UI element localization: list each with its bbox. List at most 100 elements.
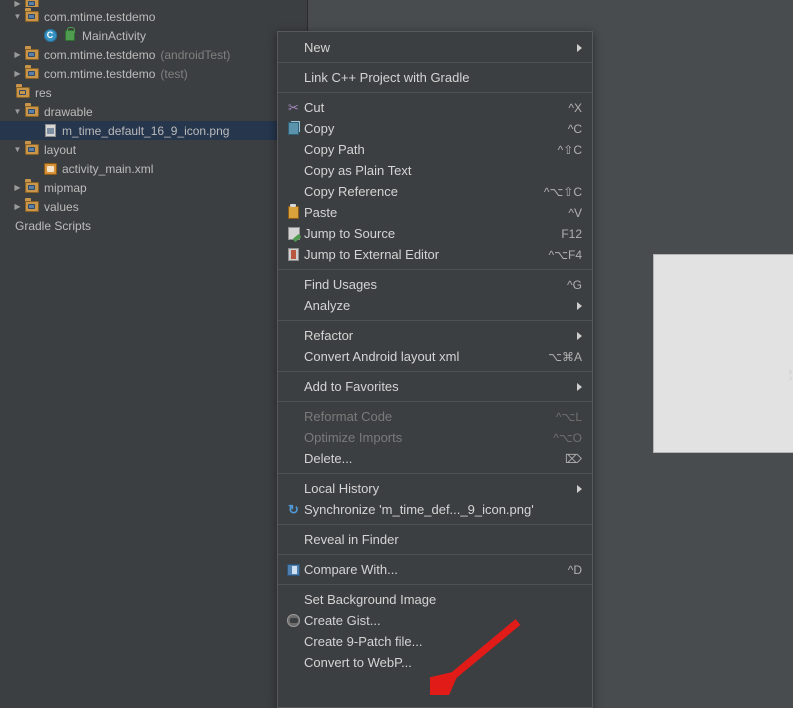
menu-item-jump-to-external-editor[interactable]: Jump to External Editor ^⌥F4 (278, 244, 592, 265)
menu-item-local-history[interactable]: Local History (278, 478, 592, 499)
tree-row[interactable]: ▶ (0, 0, 307, 7)
menu-item-label: Local History (304, 481, 380, 496)
tree-row-layout[interactable]: ▼ layout (0, 140, 307, 159)
screen-root: ▶▼com.mtime.testdemo▶CMainActivity▶com.m… (0, 0, 793, 708)
menu-item-analyze[interactable]: Analyze (278, 295, 592, 316)
compare-glyph (287, 563, 300, 576)
menu-item-label: Copy as Plain Text (304, 163, 412, 178)
chevron-right-icon[interactable]: ▶ (11, 50, 24, 59)
class-glyph: C (43, 29, 57, 42)
menu-item-label: Set Background Image (304, 592, 437, 607)
menu-icon-placeholder (285, 40, 302, 55)
tree-row-sublabel: (test) (160, 66, 188, 81)
menu-item-paste[interactable]: Paste ^V (278, 202, 592, 223)
folder-icon (24, 198, 40, 215)
menu-item-shortcut: ^V (568, 205, 582, 220)
java-class-icon: C (42, 28, 58, 44)
tree-row-gradle-scripts[interactable]: ▶Gradle Scripts (0, 216, 307, 235)
chevron-down-icon[interactable]: ▼ (11, 107, 24, 116)
external-editor-icon (285, 247, 302, 262)
menu-item-shortcut: ⌥⌘A (548, 349, 582, 364)
image-preview-panel[interactable]: S p (653, 254, 793, 453)
menu-item-link-c++-project-with-gradle[interactable]: Link C++ Project with Gradle (278, 67, 592, 88)
menu-icon-placeholder (285, 430, 302, 445)
menu-item-add-to-favorites[interactable]: Add to Favorites (278, 376, 592, 397)
chevron-right-icon[interactable]: ▶ (11, 202, 24, 211)
tree-row-m-time-default-16-9-icon-png[interactable]: ▶ m_time_default_16_9_icon.png (0, 121, 307, 140)
tree-row-activity-main-xml[interactable]: ▶ activity_main.xml (0, 159, 307, 178)
tree-row-sublabel: (androidTest) (160, 47, 231, 62)
tree-row-com-mtime-testdemo[interactable]: ▶ com.mtime.testdemo (androidTest) (0, 45, 307, 64)
tree-row-mipmap[interactable]: ▶ mipmap (0, 178, 307, 197)
menu-item-shortcut: ^G (567, 277, 582, 292)
menu-item-cut[interactable]: ✂ Cut ^X (278, 97, 592, 118)
tree-row-com-mtime-testdemo[interactable]: ▶ com.mtime.testdemo (test) (0, 64, 307, 83)
menu-item-shortcut: ^C (567, 121, 582, 136)
menu-item-label: Copy Reference (304, 184, 398, 199)
tree-twisty-spacer: ▶ (29, 127, 42, 135)
project-tree-panel[interactable]: ▶▼com.mtime.testdemo▶CMainActivity▶com.m… (0, 0, 308, 708)
menu-separator (278, 584, 592, 585)
menu-item-refactor[interactable]: Refactor (278, 325, 592, 346)
chevron-down-icon[interactable]: ▼ (11, 12, 24, 21)
submenu-chevron-right-icon (577, 484, 582, 493)
package-folder-icon (24, 46, 40, 63)
context-menu[interactable]: New Link C++ Project with Gradle ✂ Cut ^X Cop… (277, 31, 593, 708)
tree-row-mainactivity[interactable]: ▶C MainActivity (0, 26, 307, 45)
menu-item-copy-reference[interactable]: Copy Reference ^⌥⇧C (278, 181, 592, 202)
chevron-down-icon[interactable]: ▼ (11, 145, 24, 154)
menu-icon-placeholder (285, 277, 302, 292)
menu-item-new[interactable]: New (278, 37, 592, 58)
menu-item-copy-as-plain-text[interactable]: Copy as Plain Text (278, 160, 592, 181)
menu-icon-placeholder (285, 451, 302, 466)
menu-icon-placeholder (285, 142, 302, 157)
tree-row-res[interactable]: ▶ res (0, 83, 307, 102)
menu-icon-placeholder (285, 655, 302, 670)
menu-item-shortcut: ^⌥L (555, 409, 582, 424)
chevron-right-icon[interactable]: ▶ (11, 183, 24, 192)
tree-row-drawable[interactable]: ▼ drawable (0, 102, 307, 121)
menu-item-create-gist[interactable]: Create Gist... (278, 610, 592, 631)
preview-faint-text: S p (778, 370, 792, 383)
menu-item-optimize-imports: Optimize Imports ^⌥O (278, 427, 592, 448)
gist-glyph (287, 614, 300, 627)
menu-item-copy[interactable]: Copy ^C (278, 118, 592, 139)
menu-item-label: Find Usages (304, 277, 377, 292)
tree-row-label: drawable (44, 104, 93, 119)
menu-item-label: Copy (304, 121, 335, 136)
folder-glyph (25, 46, 39, 60)
menu-item-reveal-in-finder[interactable]: Reveal in Finder (278, 529, 592, 550)
menu-item-label: Reformat Code (304, 409, 393, 424)
menu-item-delete[interactable]: Delete... ⌦ (278, 448, 592, 469)
package-folder-icon (24, 8, 40, 25)
paste-icon (285, 204, 302, 220)
menu-icon-placeholder (285, 634, 302, 649)
submenu-chevron-right-icon (577, 43, 582, 52)
menu-separator (278, 524, 592, 525)
tree-row-label: MainActivity (82, 28, 147, 43)
menu-separator (278, 269, 592, 270)
folder-icon (24, 141, 40, 158)
tree-row-label: layout (44, 142, 77, 157)
scissors-icon: ✂ (288, 100, 299, 115)
menu-separator (278, 473, 592, 474)
menu-item-label: Optimize Imports (304, 430, 403, 445)
menu-item-convert-to-webp[interactable]: Convert to WebP... (278, 652, 592, 673)
chevron-right-icon[interactable]: ▶ (11, 69, 24, 78)
tree-twisty-spacer[interactable]: ▶ (11, 0, 24, 7)
menu-item-label: Copy Path (304, 142, 365, 157)
menu-item-jump-to-source[interactable]: Jump to Source F12 (278, 223, 592, 244)
menu-item-compare-with[interactable]: Compare With... ^D (278, 559, 592, 580)
menu-item-find-usages[interactable]: Find Usages ^G (278, 274, 592, 295)
menu-item-synchronize-m-time-def-9-icon-png[interactable]: ↻ Synchronize 'm_time_def..._9_icon.png' (278, 499, 592, 520)
tree-row-values[interactable]: ▶ values (0, 197, 307, 216)
menu-item-create-9-patch-file[interactable]: Create 9-Patch file... (278, 631, 592, 652)
folder-glyph (25, 103, 39, 117)
tree-row-com-mtime-testdemo[interactable]: ▼ com.mtime.testdemo (0, 7, 307, 26)
menu-item-convert-android-layout-xml[interactable]: Convert Android layout xml ⌥⌘A (278, 346, 592, 367)
menu-item-set-background-image[interactable]: Set Background Image (278, 589, 592, 610)
menu-item-label: Refactor (304, 328, 354, 343)
menu-item-copy-path[interactable]: Copy Path ^⇧C (278, 139, 592, 160)
menu-item-shortcut: F12 (561, 226, 582, 241)
package-folder-icon (24, 65, 40, 82)
